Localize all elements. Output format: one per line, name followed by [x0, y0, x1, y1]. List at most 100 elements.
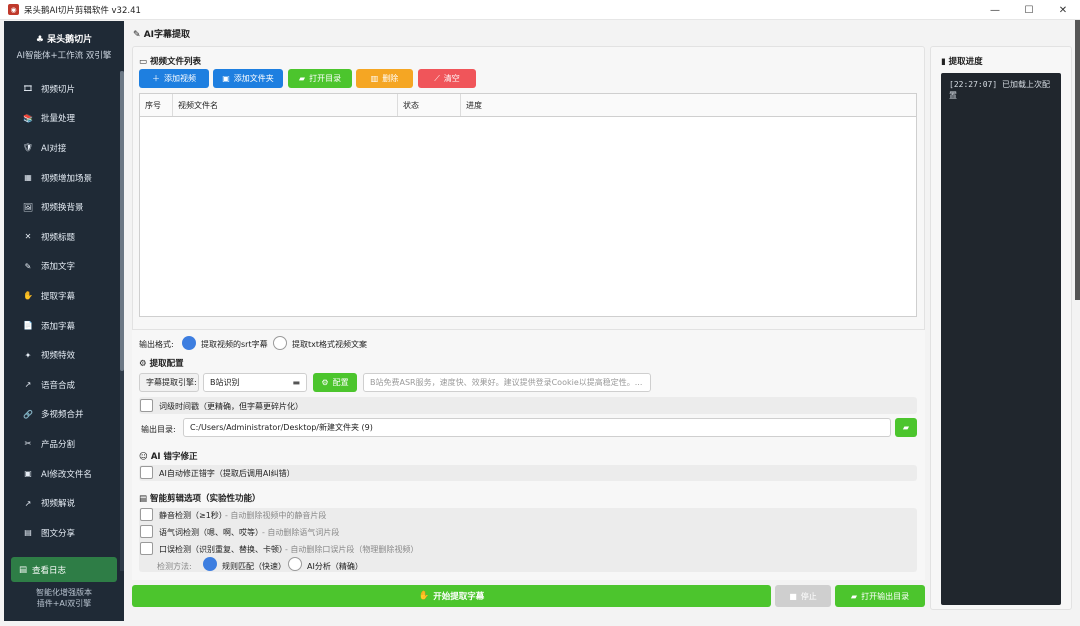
method-ai-label: AI分析（精确）	[307, 562, 363, 571]
footer-line-1: 智能化增强版本	[36, 588, 92, 597]
open-dir-button[interactable]: ▰ 打开目录	[288, 69, 352, 88]
extract-config-title: ⚙ 提取配置	[139, 359, 184, 369]
sidebar-item-8[interactable]: 📄 添加字幕	[4, 311, 120, 341]
ai-correction-label: AI自动修正错字（提取后调用AI纠错）	[159, 469, 295, 478]
sidebar-item-label: 视频特效	[41, 351, 76, 362]
progress-log[interactable]: [22:27:07] 已加载上次配置	[941, 73, 1061, 605]
sidebar-item-11[interactable]: 🔗 多视频合并	[4, 400, 120, 430]
sidebar-item-2[interactable]: 🛡 AI对接	[4, 133, 120, 163]
col-index: 序号	[140, 94, 173, 116]
stack-icon: 📚	[23, 113, 33, 123]
smart-edit-title: ▤ 智能剪辑选项（实验性功能）	[139, 494, 261, 504]
table-header: 序号 视频文件名 状态 进度	[140, 94, 916, 117]
doc-icon: 📄	[23, 321, 33, 331]
method-rule-label: 规则匹配（快速）	[222, 562, 286, 571]
sidebar-item-7[interactable]: ✋ 提取字幕	[4, 281, 120, 311]
folder-icon: ▰	[850, 591, 858, 601]
sidebar-item-label: AI对接	[41, 143, 67, 154]
brand: ♣ 呆头鹅切片 AI智能体+工作流 双引擎	[4, 21, 124, 61]
delete-button[interactable]: ▥ 删除	[356, 69, 413, 88]
ai-correction-checkbox[interactable]	[140, 466, 153, 479]
extract-icon: ✋	[23, 291, 33, 301]
sidebar-scrollbar[interactable]	[120, 71, 124, 571]
radio-txt[interactable]	[273, 336, 287, 350]
list-icon: ▭	[139, 57, 150, 67]
sidebar-item-1[interactable]: 📚 批量处理	[4, 104, 120, 134]
col-filename: 视频文件名	[173, 94, 398, 116]
narrate-icon: ↗	[24, 498, 32, 508]
footer-line-2: 插件+AI双引擎	[36, 599, 92, 608]
file-table[interactable]: 序号 视频文件名 状态 进度	[139, 93, 917, 317]
radio-srt[interactable]	[182, 336, 196, 350]
sidebar-item-13[interactable]: ▣ AI修改文件名	[4, 459, 120, 489]
sidebar-item-6[interactable]: ✎ 添加文字	[4, 252, 120, 282]
sidebar-item-12[interactable]: ✂ 产品分割	[4, 429, 120, 459]
stop-button[interactable]: ■ 停止	[775, 585, 831, 607]
output-dir-label: 输出目录:	[141, 425, 176, 434]
sidebar-item-label: 视频解说	[41, 499, 76, 510]
filler-label: 语气词检测（嗯、啊、哎等）	[159, 528, 263, 537]
silence-checkbox[interactable]	[140, 508, 153, 521]
image-icon: 🖼	[22, 202, 34, 212]
radio-txt-label: 提取txt格式视频文案	[292, 340, 368, 349]
progress-panel: ▮ 提取进度 [22:27:07] 已加载上次配置	[930, 46, 1072, 610]
window-controls: — ☐ ✕	[978, 0, 1080, 20]
minimize-button[interactable]: —	[978, 0, 1012, 20]
sidebar-footer: 智能化增强版本 插件+AI双引擎	[4, 587, 124, 609]
method-label: 检测方法:	[157, 562, 192, 571]
word-timestamp-checkbox[interactable]	[140, 399, 153, 412]
folder-icon: ▰	[298, 74, 306, 83]
sidebar-item-5[interactable]: ✕ 视频标题	[4, 222, 120, 252]
start-extract-button[interactable]: ✋ 开始提取字幕	[132, 585, 771, 607]
filler-checkbox[interactable]	[140, 525, 153, 538]
engine-label: 字幕提取引擎:	[139, 373, 199, 392]
add-video-button[interactable]: ＋添加视频	[139, 69, 209, 88]
clear-button[interactable]: ⟋ 清空	[418, 69, 476, 88]
add-folder-button[interactable]: ▣ 添加文件夹	[213, 69, 283, 88]
pen-icon: ✎	[24, 261, 32, 271]
engine-hint: B站免费ASR服务，速度快、效果好。建议提供登录Cookie以提高稳定性。...	[363, 373, 651, 392]
stutter-checkbox[interactable]	[140, 542, 153, 555]
chart-icon: ▮	[941, 57, 949, 67]
engine-select[interactable]: B站识别 ▬	[203, 373, 307, 392]
sidebar-item-0[interactable]: 🎞 视频切片	[4, 74, 120, 104]
radio-srt-label: 提取视频的srt字幕	[201, 340, 268, 349]
view-log-button[interactable]: ▤ 查看日志	[11, 557, 117, 582]
sidebar-item-14[interactable]: ↗ 视频解说	[4, 488, 120, 518]
sidebar-item-10[interactable]: ↗ 语音合成	[4, 370, 120, 400]
sidebar-item-label: 添加字幕	[41, 321, 76, 332]
page-title: ✎ AI字幕提取	[133, 30, 191, 40]
edit-icon: ▤	[139, 494, 150, 504]
silence-label: 静音检测（≥1秒）	[159, 511, 227, 520]
engine-select-value: B站识别	[210, 378, 240, 387]
sidebar-item-label: 图文分享	[41, 528, 76, 539]
word-timestamp-label: 词级时间戳（更精确，但字幕更碎片化）	[159, 402, 303, 411]
sidebar-item-label: 视频换背景	[41, 203, 84, 214]
method-rule-radio[interactable]	[203, 557, 217, 571]
robot-icon: ☺	[139, 452, 151, 462]
maximize-button[interactable]: ☐	[1012, 0, 1046, 20]
trash-icon: ▥	[370, 74, 379, 83]
gear-icon: ⚙	[139, 359, 150, 369]
sidebar-item-3[interactable]: ▦ 视频增加场景	[4, 163, 120, 193]
silence-hint: - 自动删除视频中的静音片段	[225, 511, 327, 520]
output-dir-input[interactable]: C:/Users/Administrator/Desktop/新建文件夹 (9)	[183, 418, 891, 437]
sidebar-item-4[interactable]: 🖼 视频换背景	[4, 192, 120, 222]
scrollbar-thumb[interactable]	[120, 71, 124, 371]
sidebar-item-15[interactable]: ▤ 图文分享	[4, 518, 120, 548]
close-button[interactable]: ✕	[1046, 0, 1080, 20]
method-ai-radio[interactable]	[288, 557, 302, 571]
brand-icon: ♣	[35, 35, 48, 45]
open-output-button[interactable]: ▰ 打开输出目录	[835, 585, 925, 607]
ai-correction-title: ☺ AI 错字修正	[139, 452, 198, 462]
config-button[interactable]: ⚙ 配置	[313, 373, 357, 392]
stutter-hint: - 自动删除口误片段（物理删除视频）	[285, 545, 419, 554]
scene-icon: ▦	[24, 173, 32, 183]
sidebar-item-label: 视频标题	[41, 232, 76, 243]
extract-icon: ✋	[418, 591, 430, 601]
sidebar-item-9[interactable]: ✦ 视频特效	[4, 340, 120, 370]
title-bar: ◉ 呆头鹅AI切片剪辑软件 v32.41 — ☐ ✕	[0, 0, 1080, 20]
plus-icon: ＋	[152, 74, 160, 83]
sidebar: ♣ 呆头鹅切片 AI智能体+工作流 双引擎 🎞 视频切片 📚 批量处理 🛡 AI对接 ▦ 视频…	[4, 21, 124, 621]
browse-folder-button[interactable]: ▰	[895, 418, 917, 437]
